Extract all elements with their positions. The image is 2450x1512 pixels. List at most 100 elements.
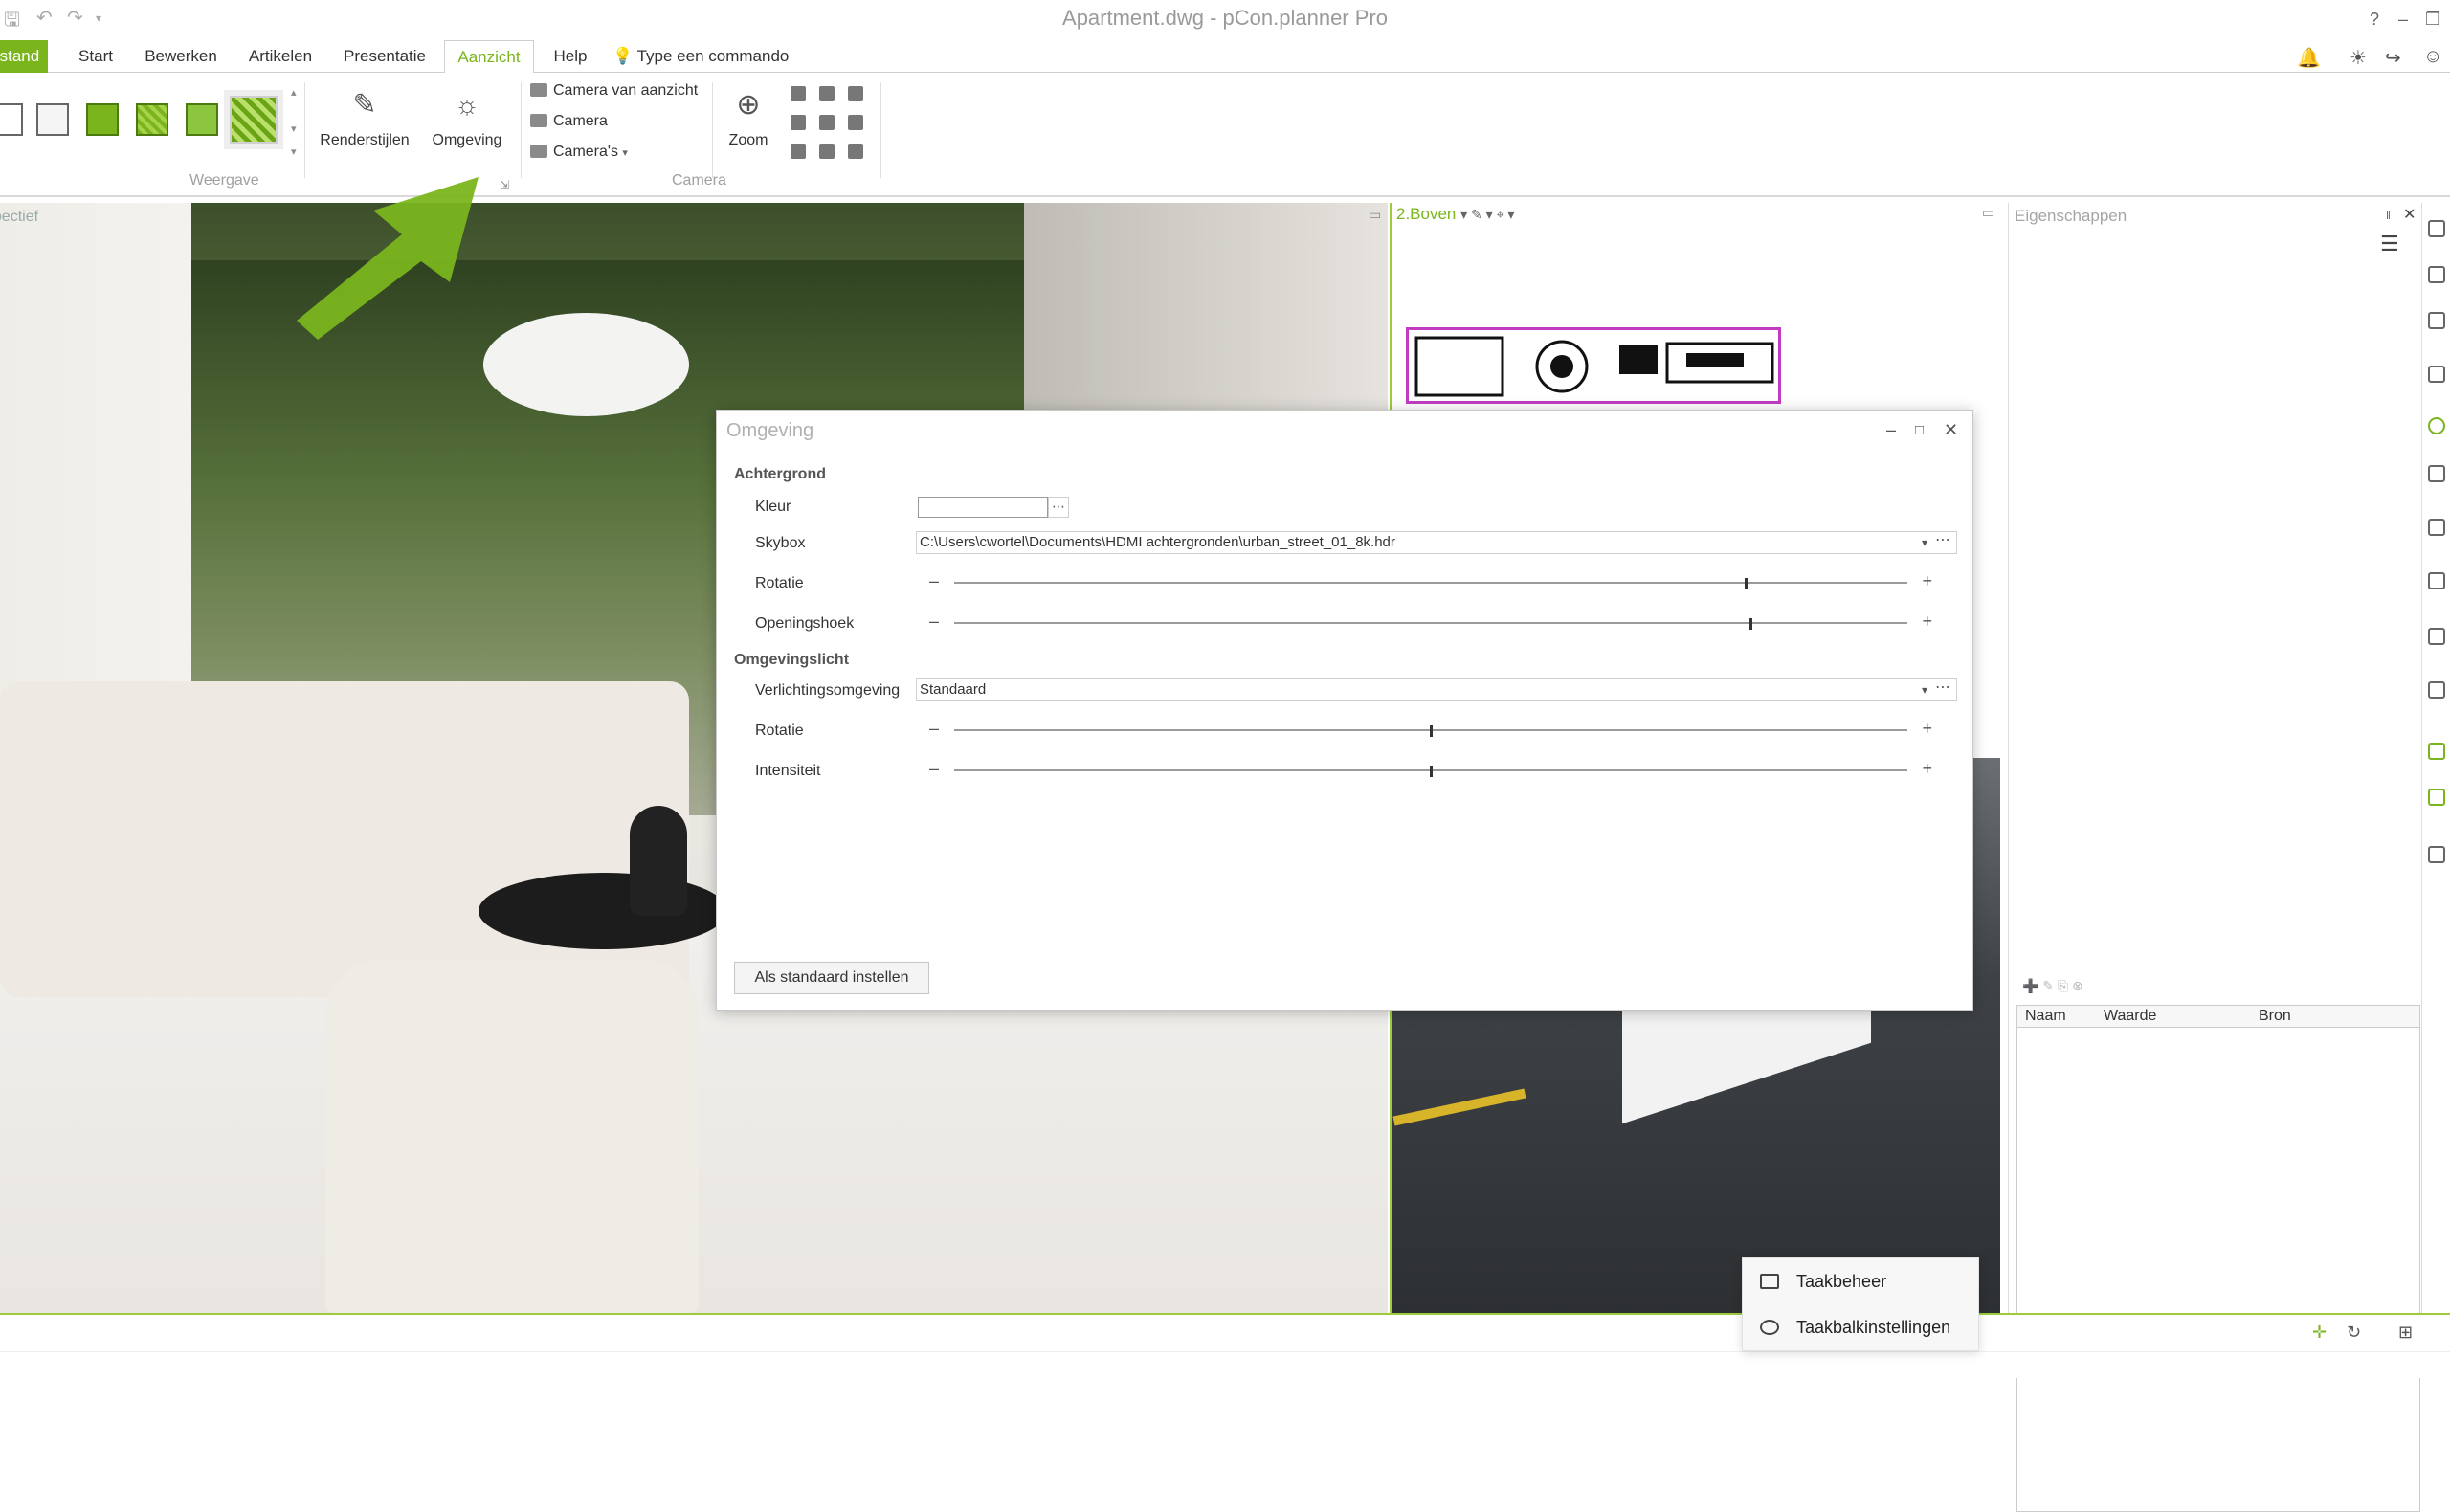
report-icon[interactable]: [2428, 846, 2445, 863]
slider-thumb[interactable]: [1744, 578, 1748, 589]
increase-icon[interactable]: +: [1922, 719, 1932, 739]
increase-icon[interactable]: +: [1922, 611, 1932, 632]
view-top-left-icon[interactable]: [791, 86, 806, 101]
column-bron[interactable]: Bron: [2259, 1008, 2291, 1025]
menu-item-taakbeheer[interactable]: Taakbeheer: [1743, 1258, 1980, 1304]
tab-start[interactable]: Start: [69, 40, 122, 73]
view-top-icon[interactable]: [819, 86, 835, 101]
gallery-expand-icon[interactable]: ▾: [291, 145, 297, 158]
command-search[interactable]: 💡 Type een commando: [612, 40, 789, 73]
measure-icon[interactable]: [2428, 681, 2445, 699]
view-right-icon[interactable]: [848, 115, 863, 130]
menu-item-taakbalkinstellingen[interactable]: Taakbalkinstellingen: [1743, 1304, 1980, 1350]
camera-van-aanzicht-button[interactable]: Camera van aanzicht: [530, 82, 698, 100]
viewport-caption[interactable]: 2.Boven ▾ ✎ ▾ ⌖ ▾: [1396, 205, 1514, 224]
tab-presentatie[interactable]: Presentatie: [339, 40, 431, 73]
phone-icon[interactable]: [2428, 572, 2445, 589]
share-icon[interactable]: ↪: [2385, 46, 2401, 70]
brightness-icon[interactable]: ☀: [2350, 46, 2367, 70]
textured-style-icon[interactable]: [136, 103, 168, 136]
user-icon[interactable]: ☺: [2423, 46, 2442, 68]
viewport-caption[interactable]: Perspectief: [0, 209, 38, 226]
openingshoek-slider[interactable]: – +: [929, 611, 1932, 633]
globe-icon[interactable]: [2428, 417, 2445, 434]
dialog-launcher-icon[interactable]: ⇲: [500, 178, 509, 191]
omgeving-dialog: Omgeving – □ ✕ Achtergrond Kleur ⋯ Skybo…: [716, 410, 1973, 1011]
chevron-down-icon[interactable]: ▾: [1922, 532, 1927, 553]
hidden-line-style-icon[interactable]: [36, 103, 69, 136]
omgeving-button[interactable]: ☼ Omgeving: [421, 78, 513, 149]
help-icon[interactable]: ?: [2370, 10, 2379, 30]
brush-icon: ✎: [352, 89, 377, 121]
maximize-viewport-icon[interactable]: ▭: [1982, 205, 1994, 221]
intensiteit-slider[interactable]: – +: [929, 759, 1932, 780]
close-icon[interactable]: ✕: [1944, 420, 1958, 440]
renderstijlen-button[interactable]: ✎ Renderstijlen: [318, 78, 412, 149]
menu-icon[interactable]: ☰: [2380, 232, 2399, 256]
decrease-icon[interactable]: –: [929, 759, 939, 779]
realistic-style-icon[interactable]: [186, 103, 218, 136]
als-standaard-instellen-button[interactable]: Als standaard instellen: [734, 962, 929, 994]
image-icon[interactable]: [2428, 789, 2445, 806]
close-icon[interactable]: ✕: [2403, 205, 2416, 224]
shaded-style-icon[interactable]: [86, 103, 119, 136]
view-bottom-icon[interactable]: [819, 144, 835, 159]
slider-thumb[interactable]: [1430, 766, 1433, 777]
zoom-button[interactable]: ⊕ Zoom: [718, 78, 779, 149]
camera-button[interactable]: Camera: [530, 113, 608, 130]
box-icon[interactable]: [2428, 312, 2445, 329]
licht-rotatie-slider[interactable]: – +: [929, 719, 1932, 740]
minimize-icon[interactable]: –: [1886, 420, 1896, 440]
verlichting-more-icon[interactable]: ⋯: [1935, 678, 1950, 699]
stairs-icon[interactable]: [2428, 628, 2445, 645]
view-bottom-right-icon[interactable]: [848, 144, 863, 159]
layout-icon[interactable]: ⊞: [2398, 1323, 2413, 1343]
skybox-more-icon[interactable]: ⋯: [1935, 530, 1950, 551]
decrease-icon[interactable]: –: [929, 611, 939, 632]
rotate-icon[interactable]: ↻: [2347, 1323, 2361, 1343]
gallery-scroll-up-icon[interactable]: ▴: [291, 86, 297, 99]
layers-icon[interactable]: [2428, 519, 2445, 536]
increase-icon[interactable]: +: [1922, 759, 1932, 779]
tab-aanzicht[interactable]: Aanzicht: [444, 40, 534, 74]
slider-thumb[interactable]: [1430, 725, 1433, 737]
pin-icon[interactable]: ‖: [2386, 209, 2391, 222]
maximize-icon[interactable]: □: [1915, 422, 1924, 438]
kleur-more-button[interactable]: ⋯: [1048, 497, 1069, 518]
view-bottom-left-icon[interactable]: [791, 144, 806, 159]
view-top-right-icon[interactable]: [848, 86, 863, 101]
wireframe-style-icon[interactable]: [0, 103, 23, 136]
decrease-icon[interactable]: –: [929, 719, 939, 739]
tab-bewerken[interactable]: Bewerken: [140, 40, 222, 73]
slider-thumb[interactable]: [1748, 618, 1752, 630]
verlichting-select[interactable]: Standaard ▾ ⋯: [916, 678, 1957, 701]
maximize-viewport-icon[interactable]: ▭: [1369, 207, 1381, 223]
cameras-dropdown[interactable]: Camera's ▾: [530, 144, 628, 161]
catalog-icon[interactable]: [2428, 220, 2445, 237]
view-front-icon[interactable]: [819, 115, 835, 130]
skybox-select[interactable]: C:\Users\cwortel\Documents\HDMI achtergr…: [916, 531, 1957, 554]
list-icon[interactable]: [2428, 366, 2445, 383]
chevron-down-icon[interactable]: ▾: [1922, 679, 1927, 700]
intensiteit-label: Intensiteit: [755, 763, 821, 779]
tab-help[interactable]: Help: [546, 40, 595, 73]
column-naam[interactable]: Naam: [2025, 1008, 2066, 1025]
restore-icon[interactable]: ❐: [2425, 10, 2440, 30]
kleur-color-swatch[interactable]: [918, 497, 1048, 518]
cube-icon[interactable]: [2428, 465, 2445, 482]
decrease-icon[interactable]: –: [929, 571, 939, 591]
plant-icon[interactable]: [2428, 743, 2445, 760]
gallery-scroll-down-icon[interactable]: ▾: [291, 122, 297, 135]
document-icon[interactable]: [2428, 266, 2445, 283]
tab-artikelen[interactable]: Artikelen: [241, 40, 320, 73]
properties-toolbar-icon[interactable]: ➕ ✎ ⎘ ⊗: [2022, 978, 2083, 994]
rotatie-slider[interactable]: – +: [929, 571, 1932, 592]
notification-bell-icon[interactable]: 🔔: [2297, 46, 2321, 70]
raytrace-style-icon[interactable]: [224, 90, 283, 149]
view-left-icon[interactable]: [791, 115, 806, 130]
snap-icon[interactable]: ✛: [2312, 1323, 2327, 1343]
column-waarde[interactable]: Waarde: [2104, 1008, 2156, 1025]
increase-icon[interactable]: +: [1922, 571, 1932, 591]
tab-bestand[interactable]: Bestand: [0, 40, 48, 73]
minimize-icon[interactable]: –: [2398, 10, 2408, 30]
